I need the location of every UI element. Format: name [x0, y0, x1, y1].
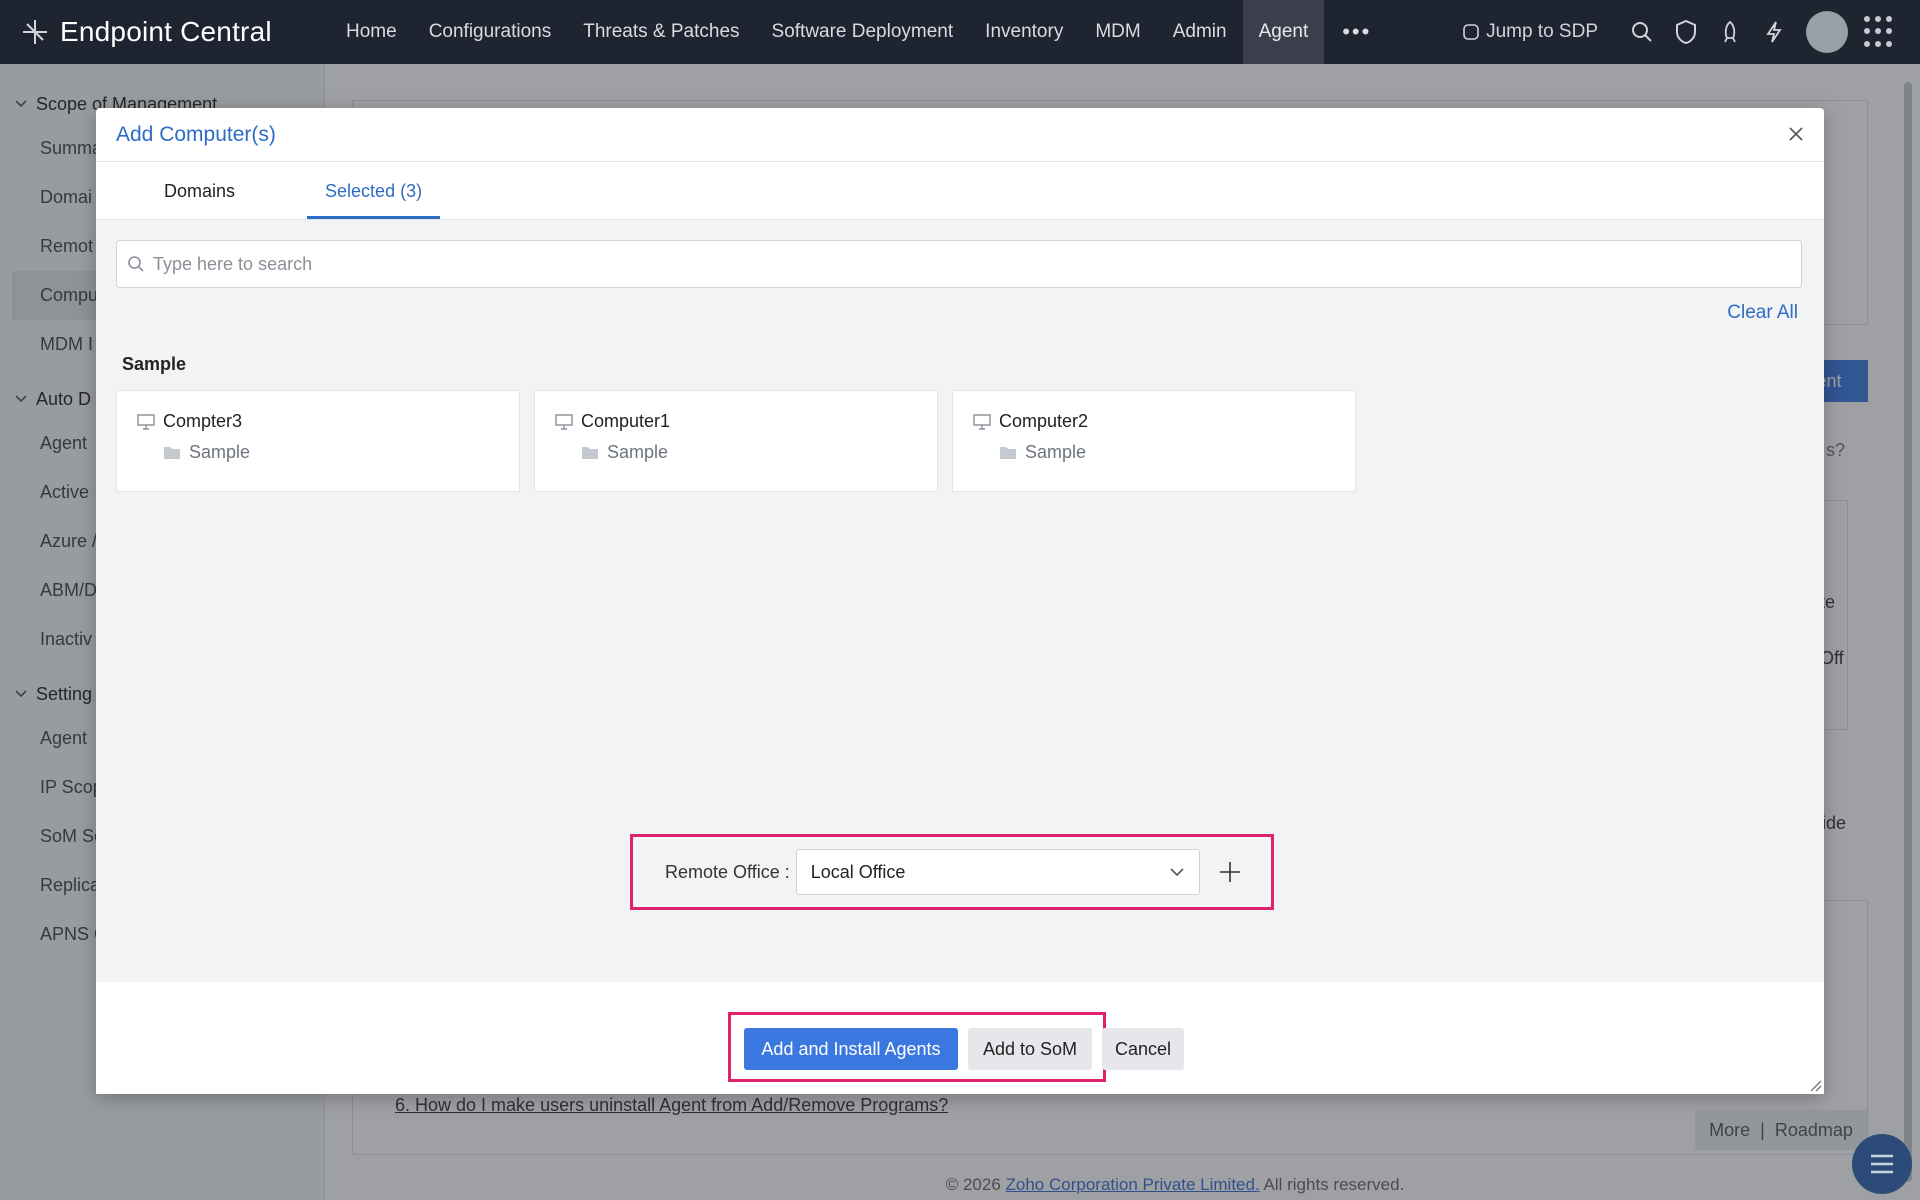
remote-office-label: Remote Office :	[665, 861, 790, 882]
modal-title: Add Computer(s)	[116, 122, 276, 146]
nav-inventory[interactable]: Inventory	[969, 0, 1079, 64]
chat-menu-icon[interactable]	[1852, 1134, 1912, 1194]
add-and-install-agents-button[interactable]: Add and Install Agents	[744, 1028, 958, 1070]
nav-mdm[interactable]: MDM	[1079, 0, 1156, 64]
shield-icon[interactable]	[1672, 18, 1700, 46]
folder-icon	[164, 447, 180, 459]
cancel-button[interactable]: Cancel	[1102, 1028, 1184, 1070]
close-icon[interactable]	[1784, 122, 1808, 146]
brand[interactable]: Endpoint Central	[0, 16, 330, 48]
top-navigation-bar: Endpoint Central Home Configurations Thr…	[0, 0, 1920, 64]
selected-computer-cards: Compter3 Sample Computer1 Sample Compute…	[116, 390, 1370, 492]
nav-software-deployment[interactable]: Software Deployment	[756, 0, 970, 64]
add-remote-office-icon[interactable]	[1210, 852, 1250, 892]
nav-admin[interactable]: Admin	[1157, 0, 1243, 64]
clear-all-link[interactable]: Clear All	[1727, 302, 1798, 324]
modal-tabs: Domains Selected (3)	[96, 162, 1824, 220]
nav-more-icon[interactable]: •••	[1324, 19, 1389, 45]
nav-configurations[interactable]: Configurations	[413, 0, 568, 64]
computer-name: Compter3	[163, 411, 243, 431]
computer-card[interactable]: Compter3 Sample	[116, 390, 520, 492]
remote-office-select[interactable]: Local Office	[795, 849, 1200, 895]
nav-home[interactable]: Home	[330, 0, 413, 64]
tab-selected[interactable]: Selected (3)	[307, 181, 441, 219]
jump-to-sdp-link[interactable]: Jump to SDP	[1462, 21, 1598, 43]
modal-footer: Add and Install Agents Add to SoM Cancel	[96, 982, 1824, 1094]
apps-grid-icon[interactable]	[1864, 16, 1896, 48]
search-field[interactable]	[116, 240, 1802, 288]
monitor-icon	[555, 413, 573, 430]
group-label: Sample	[122, 354, 187, 374]
jump-label: Jump to SDP	[1486, 21, 1598, 42]
computer-domain: Sample	[1025, 442, 1087, 462]
rocket-icon[interactable]	[1716, 18, 1744, 46]
computer-card[interactable]: Computer2 Sample	[952, 390, 1356, 492]
add-computers-modal: Add Computer(s) Domains Selected (3) Cle…	[96, 108, 1824, 1094]
tab-domains[interactable]: Domains	[146, 181, 253, 219]
remote-office-value: Local Office	[810, 861, 906, 882]
monitor-icon	[973, 413, 991, 430]
endpoint-logo-icon	[23, 20, 47, 44]
brand-name: Endpoint Central	[60, 16, 272, 47]
nav-threats-patches[interactable]: Threats & Patches	[567, 0, 755, 64]
computer-name: Computer1	[581, 411, 671, 431]
search-icon[interactable]	[1628, 18, 1656, 46]
remote-office-highlight: Remote Office : Local Office	[630, 834, 1274, 910]
jump-icon	[1463, 24, 1479, 40]
folder-icon	[582, 447, 598, 459]
chevron-down-icon	[1170, 868, 1184, 877]
lightning-icon[interactable]	[1760, 18, 1788, 46]
computer-name: Computer2	[999, 411, 1089, 431]
modal-header: Add Computer(s)	[96, 108, 1824, 162]
search-input[interactable]	[153, 253, 1753, 275]
computer-card[interactable]: Computer1 Sample	[534, 390, 938, 492]
user-avatar[interactable]	[1806, 11, 1848, 53]
computer-domain: Sample	[189, 442, 251, 462]
resize-handle-icon[interactable]	[1806, 1076, 1822, 1092]
folder-icon	[1000, 447, 1016, 459]
main-nav: Home Configurations Threats & Patches So…	[330, 0, 1389, 64]
add-to-som-button[interactable]: Add to SoM	[968, 1028, 1092, 1070]
search-icon	[128, 256, 144, 272]
modal-body: Clear All Sample Compter3 Sample Compute…	[96, 220, 1824, 982]
computer-domain: Sample	[607, 442, 669, 462]
nav-agent[interactable]: Agent	[1242, 0, 1325, 64]
monitor-icon	[137, 413, 155, 430]
top-right-tools: Jump to SDP	[1462, 0, 1896, 64]
